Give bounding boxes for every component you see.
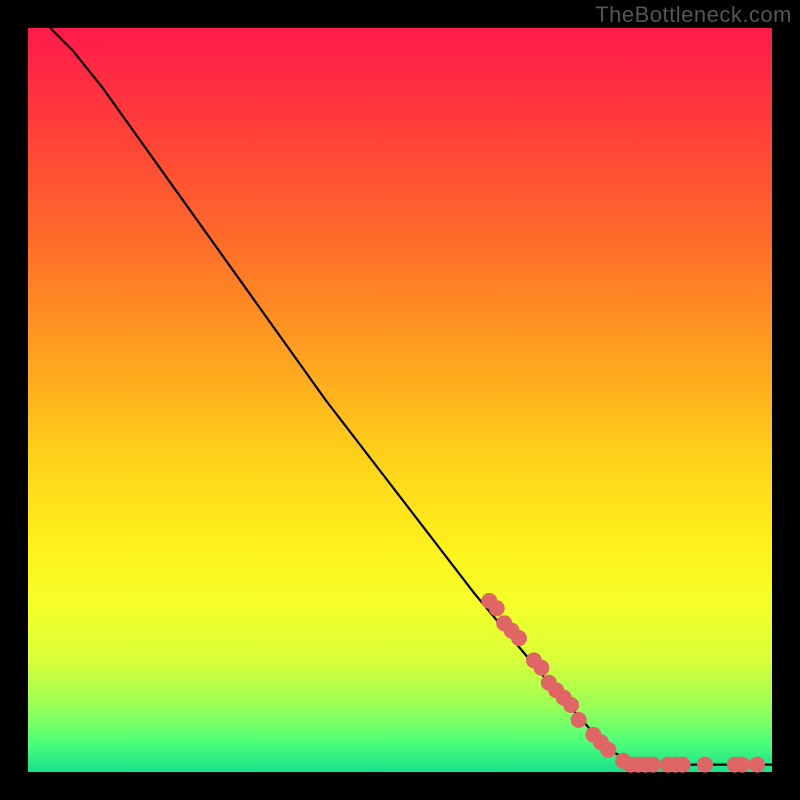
highlighted-markers xyxy=(481,593,765,773)
marker-point xyxy=(645,757,661,773)
marker-point xyxy=(734,757,750,773)
marker-point xyxy=(511,630,527,646)
marker-point xyxy=(571,712,587,728)
marker-point xyxy=(563,697,579,713)
plot-area xyxy=(28,28,772,772)
marker-point xyxy=(489,600,505,616)
chart-frame: TheBottleneck.com xyxy=(0,0,800,800)
marker-point xyxy=(697,757,713,773)
chart-svg xyxy=(28,28,772,772)
marker-point xyxy=(749,757,765,773)
marker-point xyxy=(675,757,691,773)
marker-point xyxy=(600,742,616,758)
marker-point xyxy=(533,660,549,676)
bottleneck-curve xyxy=(50,28,772,765)
watermark-text: TheBottleneck.com xyxy=(595,2,792,28)
